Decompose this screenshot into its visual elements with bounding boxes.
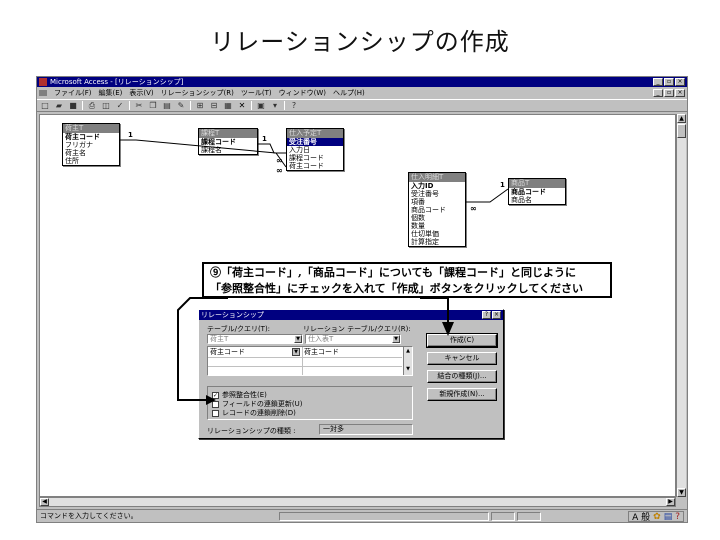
one-marker: 1 [262,135,267,143]
callout-line-1: ⑨「荷主コード」,「商品コード」についても「課程コード」と同じように [210,266,576,279]
print-icon[interactable]: ⎙ [87,101,97,110]
ime-tool-icon[interactable]: ✿ [653,512,661,522]
paste-icon[interactable]: ▤ [162,101,172,110]
menu-edit[interactable]: 編集(E) [99,88,123,98]
relationships-canvas[interactable]: 荷主T 荷主コード フリガナ 荷主名 住所 課程T 課程コード 課程名 仕入予定… [39,114,676,497]
delete-icon[interactable]: ✕ [237,101,247,110]
vertical-scrollbar[interactable]: ▲ ▼ [676,114,686,497]
dialog-titlebar: リレーションシップ ? × [199,310,503,320]
scroll-down-icon[interactable]: ▼ [404,365,412,373]
dialog-title: リレーションシップ [201,311,264,319]
create-button[interactable]: 作成(C) [426,333,498,348]
chevron-down-icon[interactable]: ▼ [292,348,300,356]
cancel-button[interactable]: キャンセル [427,352,497,365]
ime-mode[interactable]: A 般 [632,510,650,523]
ime-toolbar[interactable]: A 般 ✿ ▤ ? [628,510,684,523]
window-titlebar: Microsoft Access - [リレーションシップ] _ ▫ × [37,77,687,87]
database-window-icon[interactable]: ▣ [256,101,266,110]
many-marker: ∞ [470,204,477,213]
grid-scrollbar[interactable]: ▲ ▼ [403,347,412,375]
relationship-type-label: リレーションシップの種類 : [207,427,296,435]
checkmark-icon[interactable]: ✓ [212,391,219,399]
slide-title: リレーションシップの作成 [210,28,510,56]
new-icon[interactable]: □ [40,101,50,110]
scroll-thumb[interactable] [677,124,686,138]
menu-window[interactable]: ウィンドウ(W) [279,88,326,98]
menu-tools[interactable]: ツール(T) [241,88,272,98]
scroll-left-icon[interactable]: ◀ [40,498,49,506]
menu-view[interactable]: 表示(V) [129,88,153,98]
scroll-down-icon[interactable]: ▼ [677,488,686,497]
minimize-button[interactable]: _ [653,78,663,86]
status-bar: コマンドを入力してください。 A 般 ✿ ▤ ? [37,509,687,523]
access-window: Microsoft Access - [リレーションシップ] _ ▫ × ファイ… [36,76,688,523]
many-marker: ∞ [276,166,283,175]
doc-restore-button[interactable]: ▫ [664,89,674,97]
scroll-up-icon[interactable]: ▲ [404,347,412,355]
table-query-select[interactable]: 荷主T ▼ [207,334,303,344]
mdi-icon[interactable] [39,90,47,96]
create-new-button[interactable]: 新規作成(N)... [427,388,497,401]
open-icon[interactable]: ▰ [54,101,64,110]
join-type-button[interactable]: 結合の種類(J)... [427,370,497,383]
many-marker: ∞ [276,156,283,165]
doc-minimize-button[interactable]: _ [653,89,663,97]
dialog-help-button[interactable]: ? [482,311,491,319]
format-painter-icon[interactable]: ✎ [176,101,186,110]
table-query-label: テーブル/クエリ(T): [207,325,271,333]
close-button[interactable]: × [675,78,685,86]
related-table-select[interactable]: 仕入表T ▼ [305,334,401,344]
save-icon[interactable]: ■ [68,101,78,110]
menu-bar: ファイル(F) 編集(E) 表示(V) リレーションシップ(R) ツール(T) … [37,88,687,98]
callout-line-2: 「参照整合性」にチェックを入れて「作成」ボタンをクリックしてください [210,282,584,295]
access-app-icon [39,78,47,86]
related-table-label: リレーション テーブル/クエリ(R): [303,325,411,333]
instruction-callout: ⑨「荷主コード」,「商品コード」についても「課程コード」と同じように 「参照整合… [202,262,612,298]
chevron-down-icon[interactable]: ▼ [392,335,400,343]
status-message: コマンドを入力してください。 [40,512,138,520]
horizontal-scrollbar[interactable]: ◀ ▶ [39,497,676,507]
field-grid[interactable]: 荷主コード ▼ 荷主コード ▲ ▼ [207,346,413,376]
cut-icon[interactable]: ✂ [134,101,144,110]
menu-relationships[interactable]: リレーションシップ(R) [161,88,234,98]
relationship-type-value: 一対多 [319,424,413,435]
menu-help[interactable]: ヘルプ(H) [333,88,365,98]
window-title: Microsoft Access - [リレーションシップ] [50,78,184,86]
relationship-lines: 1 1 1 ∞ ∞ ∞ [120,131,509,213]
ime-pad-icon[interactable]: ▤ [664,512,673,522]
right-field-cell[interactable]: 荷主コード [304,348,339,356]
copy-icon[interactable]: ❐ [148,101,158,110]
integrity-options: ✓ 参照整合性(E) フィールドの連鎖更新(U) レコードの連鎖削除(D) [207,386,413,420]
maximize-button[interactable]: ▫ [664,78,674,86]
show-all-icon[interactable]: ▦ [223,101,233,110]
chevron-down-icon[interactable]: ▼ [294,335,302,343]
show-table-icon[interactable]: ⊞ [195,101,205,110]
ime-help-icon[interactable]: ? [675,512,680,522]
preview-icon[interactable]: ◫ [101,101,111,110]
toolbar: □ ▰ ■ ⎙ ◫ ✓ ✂ ❐ ▤ ✎ ⊞ ⊟ ▦ ✕ ▣ ▾ ? [37,99,687,112]
help-icon[interactable]: ? [289,101,299,110]
cascade-delete-checkbox[interactable]: レコードの連鎖削除(D) [212,408,296,418]
doc-close-button[interactable]: × [675,89,685,97]
dialog-close-button[interactable]: × [492,311,501,319]
show-direct-icon[interactable]: ⊟ [209,101,219,110]
new-object-icon[interactable]: ▾ [270,101,280,110]
left-field-cell[interactable]: 荷主コード [210,348,245,356]
spell-icon[interactable]: ✓ [115,101,125,110]
relationship-dialog: リレーションシップ ? × テーブル/クエリ(T): リレーション テーブル/ク… [198,309,504,439]
one-marker: 1 [128,131,133,139]
scroll-up-icon[interactable]: ▲ [677,114,686,123]
scroll-right-icon[interactable]: ▶ [666,498,675,506]
menu-file[interactable]: ファイル(F) [54,88,92,98]
one-marker: 1 [500,181,505,189]
